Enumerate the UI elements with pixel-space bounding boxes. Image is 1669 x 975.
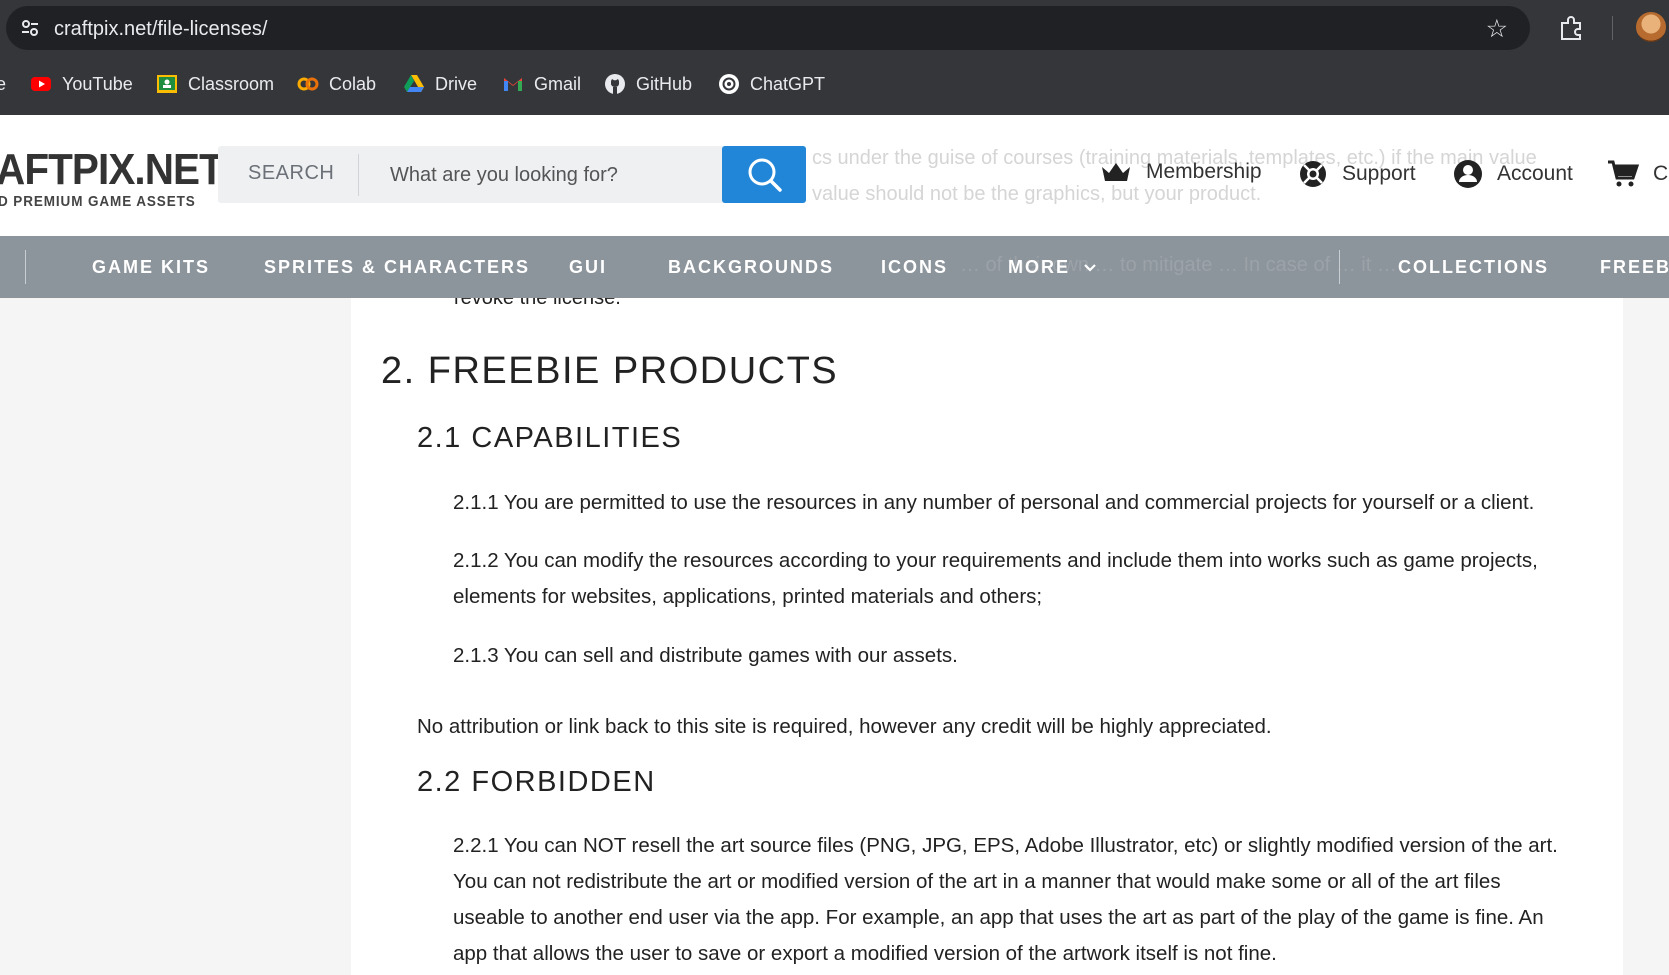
url-text[interactable]: craftpix.net/file-licenses/ — [54, 18, 267, 41]
category-navbar: … of their own … to mitigate … In case o… — [0, 236, 1669, 298]
toolbar-separator — [1612, 16, 1613, 40]
cart-icon — [1608, 160, 1639, 187]
nav-collections[interactable]: COLLECTIONS — [1398, 257, 1549, 278]
bookmark-label: Gmail — [534, 73, 582, 94]
nav-gui[interactable]: GUI — [569, 257, 607, 278]
bookmark-colab[interactable]: Colab — [297, 72, 376, 96]
search-label: SEARCH — [248, 162, 335, 184]
lifebuoy-icon — [1300, 161, 1326, 187]
extensions-icon[interactable] — [1558, 15, 1586, 41]
gmail-icon — [504, 78, 522, 91]
site-logo[interactable]: AFTPIX.NET — [0, 145, 224, 195]
bookmark-github[interactable]: GitHub — [604, 72, 692, 96]
github-icon — [605, 74, 625, 94]
bookmark-gmail[interactable]: Gmail — [502, 72, 581, 96]
forbidden-item-continued: You can not redistribute the art or modi… — [453, 870, 1501, 893]
capability-item-continued: elements for websites, applications, pri… — [453, 585, 1043, 608]
youtube-icon — [31, 77, 51, 91]
bookmark-label: YouTube — [62, 73, 133, 94]
address-bar[interactable]: craftpix.net/file-licenses/ ☆ — [6, 6, 1530, 50]
chatgpt-icon — [719, 74, 739, 94]
account-icon — [1454, 160, 1482, 188]
classroom-icon — [157, 75, 177, 93]
nav-divider — [25, 250, 26, 284]
crown-icon — [1102, 163, 1130, 181]
bookmark-star-icon[interactable]: ☆ — [1486, 14, 1508, 44]
nav-freebies[interactable]: FREEBI — [1600, 257, 1669, 278]
profile-avatar[interactable] — [1636, 12, 1666, 42]
cart-link[interactable]: Ca — [1607, 159, 1669, 189]
nav-more-label: MORE — [1008, 257, 1070, 277]
account-label: Account — [1497, 162, 1573, 185]
bookmark-chatgpt[interactable]: ChatGPT — [718, 72, 825, 96]
bookmark-label: Classroom — [188, 73, 275, 94]
bookmark-partial[interactable]: e — [0, 72, 6, 96]
search-icon — [748, 158, 782, 192]
attribution-note: No attribution or link back to this site… — [417, 715, 1272, 738]
site-header: AFTPIX.NET D PREMIUM GAME ASSETS cs unde… — [0, 115, 1669, 236]
bookmark-drive[interactable]: Drive — [403, 72, 477, 96]
capability-item: 2.1.2 You can modify the resources accor… — [453, 549, 1538, 572]
nav-game-kits[interactable]: GAME KITS — [92, 257, 210, 278]
nav-icons[interactable]: ICONS — [881, 257, 948, 278]
bookmark-label: GitHub — [636, 73, 693, 94]
nav-divider — [1339, 250, 1340, 284]
chevron-down-icon — [1084, 264, 1096, 272]
search-button[interactable] — [722, 146, 806, 203]
forbidden-heading: 2.2 FORBIDDEN — [417, 766, 656, 798]
bookmark-label: Colab — [329, 73, 377, 94]
cart-label: Ca — [1653, 162, 1669, 185]
browser-chrome: craftpix.net/file-licenses/ ☆ e YouTube … — [0, 0, 1669, 115]
bookmarks-bar: e YouTube Classroom Colab Drive Gmail Gi… — [0, 64, 1669, 104]
site-logo-tagline: D PREMIUM GAME ASSETS — [0, 193, 196, 210]
forbidden-item-continued: app that allows the user to save or expo… — [453, 942, 1277, 965]
site-info-icon[interactable] — [20, 18, 40, 38]
colab-icon — [297, 77, 319, 91]
nav-backgrounds[interactable]: BACKGROUNDS — [668, 257, 834, 278]
obscured-text-line: value should not be the graphics, but yo… — [812, 183, 1262, 205]
search-divider — [358, 154, 359, 196]
bookmark-youtube[interactable]: YouTube — [30, 72, 133, 96]
capability-item: 2.1.3 You can sell and distribute games … — [453, 644, 958, 667]
forbidden-item: 2.2.1 You can NOT resell the art source … — [453, 834, 1558, 857]
support-label: Support — [1342, 162, 1416, 185]
bookmark-partial-label: e — [0, 73, 7, 94]
bookmark-label: Drive — [435, 73, 478, 94]
bookmark-classroom[interactable]: Classroom — [156, 72, 274, 96]
support-link[interactable]: Support — [1298, 159, 1416, 189]
paragraph-fragment: revoke the license. — [454, 298, 621, 309]
membership-link[interactable]: Membership — [1100, 159, 1262, 185]
membership-label: Membership — [1146, 160, 1262, 183]
account-link[interactable]: Account — [1453, 159, 1573, 189]
forbidden-item-continued: useable to another end user via the app.… — [453, 906, 1544, 929]
capabilities-heading: 2.1 CAPABILITIES — [417, 422, 683, 454]
nav-sprites-characters[interactable]: SPRITES & CHARACTERS — [264, 257, 530, 278]
license-content: revoke the license. 2. FREEBIE PRODUCTS … — [351, 298, 1623, 975]
search-bar: SEARCH — [218, 146, 806, 205]
drive-icon — [404, 75, 424, 92]
capability-item: 2.1.1 You are permitted to use the resou… — [453, 491, 1535, 514]
section-title: 2. FREEBIE PRODUCTS — [381, 350, 839, 392]
bookmark-label: ChatGPT — [750, 73, 826, 94]
nav-more[interactable]: MORE — [1008, 257, 1097, 278]
search-input[interactable] — [388, 146, 732, 205]
